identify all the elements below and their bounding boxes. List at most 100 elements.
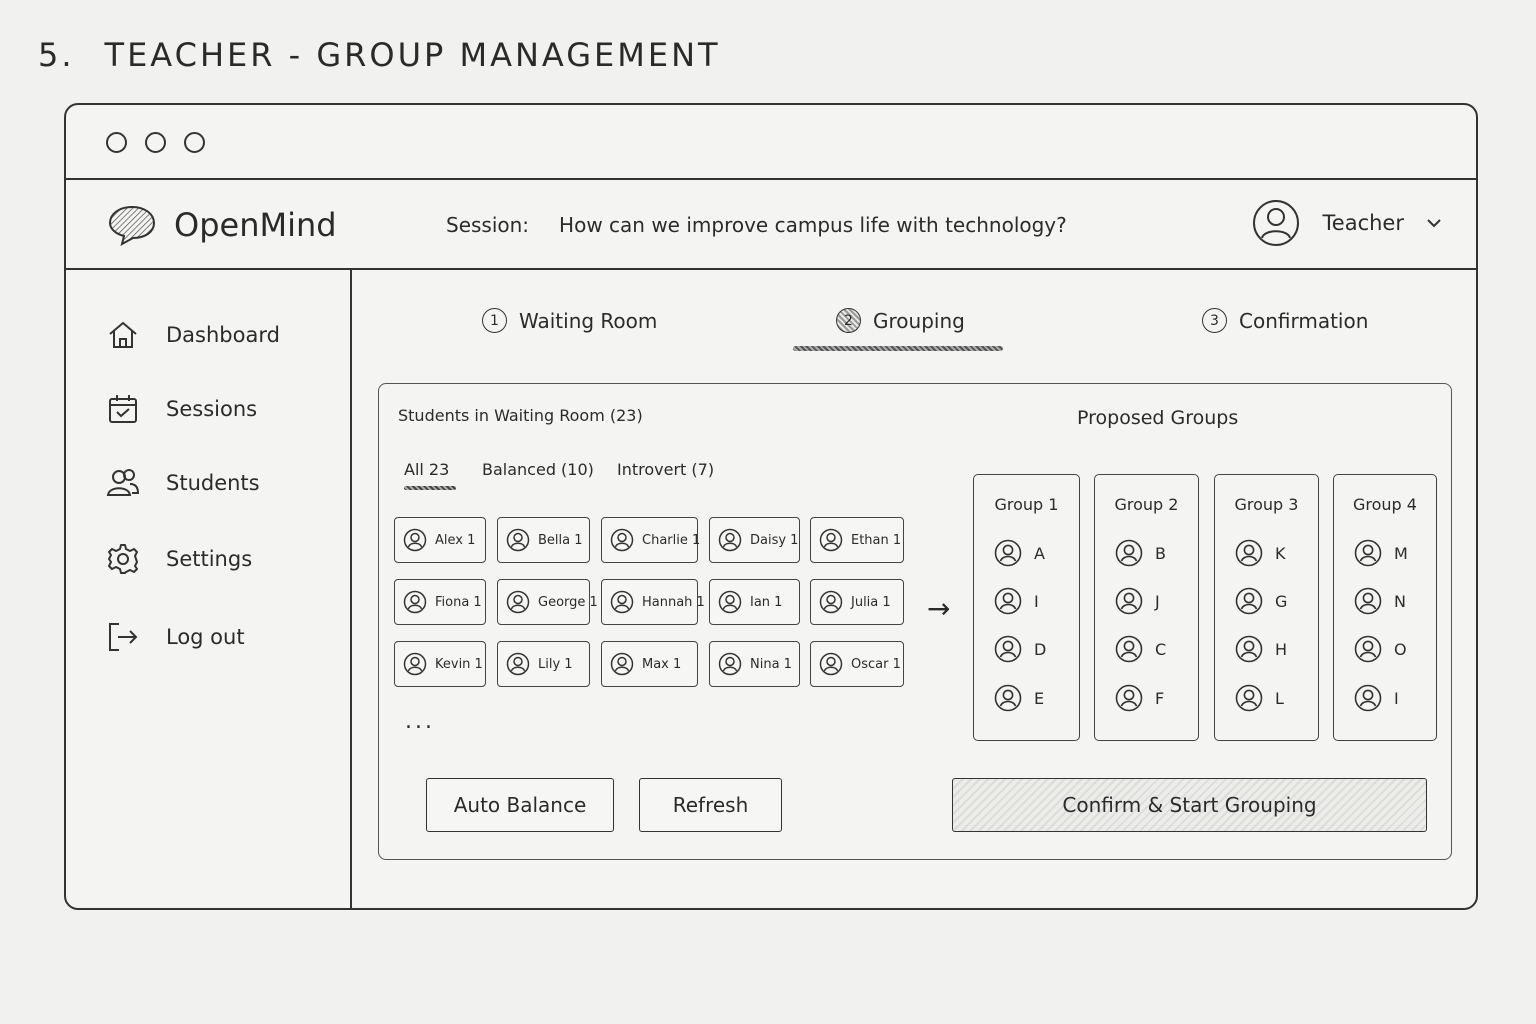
window-maximize-dot[interactable] (184, 132, 205, 153)
person-icon (506, 652, 530, 676)
person-icon (994, 587, 1022, 615)
group-member[interactable]: O (1354, 635, 1407, 663)
group-member[interactable]: E (994, 684, 1044, 712)
person-icon (994, 684, 1022, 712)
sidebar-item-sessions[interactable]: Sessions (106, 392, 257, 426)
session-question: How can we improve campus life with tech… (559, 213, 1067, 237)
page-heading: 5. TEACHER - GROUP MANAGEMENT (38, 36, 721, 74)
student-chip[interactable]: Fiona 1 (394, 579, 486, 625)
group-member[interactable]: A (994, 539, 1045, 567)
student-chip[interactable]: Nina 1 (709, 641, 800, 687)
users-icon (106, 469, 140, 496)
proposed-groups-title: Proposed Groups (1077, 407, 1239, 429)
person-icon (718, 528, 742, 552)
student-name: Ethan 1 (851, 532, 902, 548)
filter-all[interactable]: All 23 (404, 460, 449, 479)
group-member[interactable]: K (1235, 539, 1286, 567)
brand[interactable]: OpenMind (108, 204, 337, 246)
student-chip[interactable]: Max 1 (601, 641, 698, 687)
sidebar-item-label: Log out (166, 625, 245, 649)
more-students-indicator: ... (405, 709, 435, 734)
auto-balance-button[interactable]: Auto Balance (426, 778, 614, 832)
grouping-panel: Students in Waiting Room (23) All 23 Bal… (378, 383, 1452, 860)
browser-window: OpenMind Session: How can we improve camp… (64, 103, 1478, 910)
right-arrow-icon: → (927, 592, 951, 625)
group-member[interactable]: M (1354, 539, 1408, 567)
user-menu[interactable]: Teacher (1251, 198, 1442, 248)
student-chip[interactable]: Bella 1 (497, 517, 590, 563)
filter-balanced[interactable]: Balanced (10) (482, 460, 594, 479)
person-icon (403, 528, 427, 552)
person-icon (403, 590, 427, 614)
step-grouping[interactable]: 2 Grouping (836, 308, 965, 333)
member-name: J (1155, 591, 1160, 611)
filter-introvert[interactable]: Introvert (7) (617, 460, 714, 479)
student-name: Lily 1 (538, 656, 573, 672)
student-chip[interactable]: Ian 1 (709, 579, 800, 625)
person-icon (994, 635, 1022, 663)
person-icon (1235, 684, 1263, 712)
group-member[interactable]: C (1115, 635, 1166, 663)
student-chip[interactable]: Kevin 1 (394, 641, 486, 687)
group-member[interactable]: G (1235, 587, 1287, 615)
confirm-start-grouping-button[interactable]: Confirm & Start Grouping (952, 778, 1427, 832)
group-card-4[interactable]: Group 4 M N O I (1333, 474, 1437, 741)
logout-icon (109, 623, 138, 651)
sidebar-item-dashboard[interactable]: Dashboard (106, 318, 280, 352)
window-minimize-dot[interactable] (145, 132, 166, 153)
student-chip[interactable]: Lily 1 (497, 641, 590, 687)
person-icon (994, 539, 1022, 567)
student-chip[interactable]: Alex 1 (394, 517, 486, 563)
member-name: L (1275, 688, 1284, 708)
student-name: Charlie 1 (642, 532, 701, 548)
group-member[interactable]: L (1235, 684, 1284, 712)
sidebar-item-label: Sessions (166, 397, 258, 421)
person-icon (610, 528, 634, 552)
group-card-2[interactable]: Group 2 B J C F (1094, 474, 1199, 741)
person-icon (1235, 635, 1263, 663)
sidebar-item-settings[interactable]: Settings (106, 542, 252, 576)
user-avatar-icon (1252, 200, 1299, 246)
student-chip[interactable]: Daisy 1 (709, 517, 800, 563)
step-waiting-room[interactable]: 1 Waiting Room (482, 308, 657, 333)
person-icon (610, 652, 634, 676)
chevron-down-icon (1427, 219, 1441, 228)
member-name: C (1155, 639, 1167, 659)
person-icon (1115, 684, 1143, 712)
calendar-check-icon (109, 395, 137, 423)
window-close-dot[interactable] (106, 132, 127, 153)
student-name: George 1 (538, 594, 598, 610)
student-name: Hannah 1 (642, 594, 705, 610)
group-card-3[interactable]: Group 3 K G H L (1214, 474, 1319, 741)
group-card-1[interactable]: Group 1 A I D E (973, 474, 1080, 741)
student-name: Ian 1 (750, 594, 783, 610)
sidebar-item-label: Dashboard (166, 323, 280, 347)
refresh-button[interactable]: Refresh (639, 778, 782, 832)
group-member[interactable]: I (994, 587, 1039, 615)
group-title: Group 3 (1234, 495, 1299, 514)
app-header: OpenMind Session: How can we improve camp… (66, 180, 1476, 270)
group-member[interactable]: B (1115, 539, 1166, 567)
student-chip[interactable]: George 1 (497, 579, 598, 625)
sidebar: Dashboard Sessions Students Settings Log… (66, 270, 352, 908)
group-member[interactable]: D (994, 635, 1046, 663)
student-chip[interactable]: Julia 1 (810, 579, 904, 625)
step-confirmation[interactable]: 3 Confirmation (1202, 308, 1368, 333)
member-name: M (1394, 543, 1408, 563)
student-chip[interactable]: Hannah 1 (601, 579, 705, 625)
group-member[interactable]: H (1235, 635, 1287, 663)
group-member[interactable]: F (1115, 684, 1164, 712)
student-chip[interactable]: Oscar 1 (810, 641, 904, 687)
sidebar-item-logout[interactable]: Log out (106, 620, 245, 654)
main-content: 1 Waiting Room 2 Grouping 3 Confirmation… (354, 270, 1476, 908)
sidebar-item-students[interactable]: Students (106, 466, 260, 500)
student-chip[interactable]: Ethan 1 (810, 517, 904, 563)
member-name: G (1275, 591, 1288, 611)
group-member[interactable]: N (1354, 587, 1406, 615)
student-name: Alex 1 (435, 532, 476, 548)
student-chip[interactable]: Charlie 1 (601, 517, 701, 563)
student-name: Daisy 1 (750, 532, 799, 548)
group-member[interactable]: J (1115, 587, 1160, 615)
group-member[interactable]: I (1354, 684, 1399, 712)
group-title: Group 1 (994, 495, 1059, 514)
